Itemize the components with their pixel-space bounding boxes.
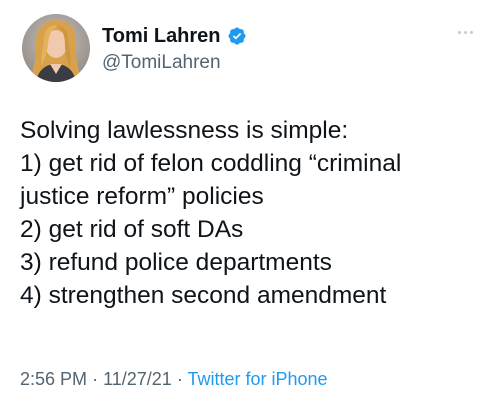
- more-dot: [457, 30, 461, 34]
- author-handle[interactable]: @TomiLahren: [102, 52, 221, 74]
- meta-separator: ·: [176, 369, 188, 389]
- profile-photo-icon: [22, 14, 90, 82]
- tweet-source-link[interactable]: Twitter for iPhone: [187, 369, 327, 389]
- tweet-line: 2) get rid of soft DAs: [20, 216, 244, 243]
- tweet-line: Solving lawlessness is simple:: [20, 117, 349, 144]
- more-dot: [469, 30, 473, 34]
- avatar[interactable]: [22, 14, 90, 82]
- verified-badge-icon: [227, 26, 247, 46]
- tweet-line: 1) get rid of felon coddling “criminal: [20, 150, 402, 177]
- tweet-date[interactable]: 11/27/21: [103, 369, 172, 389]
- tweet-line: 4) strengthen second amendment: [20, 282, 387, 309]
- tweet-line: 3) refund police departments: [20, 249, 332, 276]
- tweet-card: Tomi Lahren @TomiLahren Solving lawlessn…: [0, 0, 500, 403]
- meta-separator: ·: [92, 369, 104, 389]
- more-dot: [463, 30, 467, 34]
- tweet-text: Solving lawlessness is simple: 1) get ri…: [20, 114, 490, 312]
- tweet-meta: 2:56 PM · 11/27/21 · Twitter for iPhone: [20, 368, 328, 390]
- author-display-name[interactable]: Tomi Lahren: [102, 24, 221, 48]
- tweet-line: justice reform” policies: [20, 183, 264, 210]
- more-options-icon[interactable]: [448, 22, 482, 42]
- author-name-row[interactable]: Tomi Lahren: [102, 24, 247, 48]
- tweet-time[interactable]: 2:56 PM: [20, 369, 87, 389]
